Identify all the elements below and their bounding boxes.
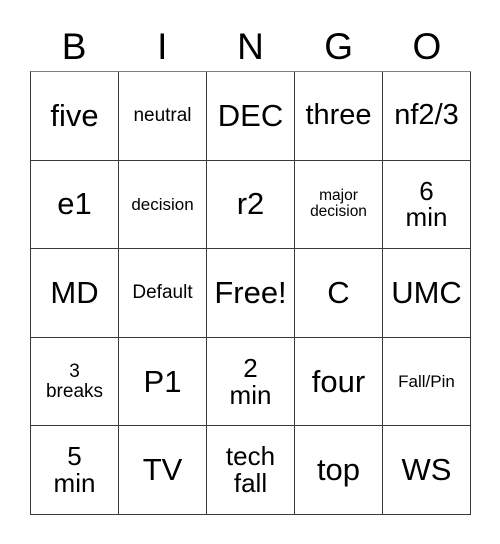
bingo-cell[interactable]: DEC: [207, 72, 295, 161]
header-letter-text: B: [61, 26, 87, 67]
bingo-cell-label: C: [327, 275, 350, 311]
bingo-cell[interactable]: decision: [119, 160, 207, 250]
bingo-cell[interactable]: P1: [119, 337, 207, 427]
bingo-cell[interactable]: Default: [119, 249, 207, 338]
bingo-free-space-cell[interactable]: Free!: [207, 249, 295, 338]
bingo-cell-label: WS: [401, 452, 452, 488]
bingo-row: e1 decision r2 major decision 6 min: [31, 160, 471, 250]
bingo-cell-label: neutral: [133, 105, 192, 127]
bingo-row: five neutral DEC three nf2/3: [31, 72, 471, 161]
bingo-cell-label: Default: [132, 282, 193, 304]
bingo-cell-label: Free!: [214, 275, 287, 311]
bingo-cell[interactable]: 6 min: [383, 160, 471, 250]
bingo-cell[interactable]: MD: [31, 249, 119, 338]
bingo-cell[interactable]: UMC: [383, 249, 471, 338]
bingo-cell-label: 6 min: [405, 175, 448, 233]
bingo-grid: five neutral DEC three nf2/3 e1 decision r2 majo…: [30, 71, 471, 515]
bingo-cell-label: e1: [57, 186, 92, 222]
bingo-row: 5 min TV tech fall top WS: [31, 426, 471, 515]
bingo-header-letter-g: G: [295, 22, 383, 71]
bingo-cell[interactable]: 5 min: [31, 426, 119, 515]
bingo-cell-label: DEC: [217, 97, 284, 133]
bingo-cell-label: five: [50, 97, 99, 133]
header-letter-text: N: [237, 26, 264, 67]
bingo-cell-label: major decision: [310, 187, 367, 221]
bingo-cell[interactable]: neutral: [119, 72, 207, 161]
bingo-cell[interactable]: tech fall: [207, 426, 295, 515]
bingo-cell[interactable]: r2: [207, 160, 295, 250]
bingo-cell[interactable]: four: [295, 337, 383, 427]
bingo-row: MD Default Free! C UMC: [31, 249, 471, 338]
bingo-cell-label: tech fall: [225, 441, 276, 499]
header-letter-text: I: [157, 26, 168, 67]
bingo-cell-label: decision: [131, 194, 194, 214]
header-letter-text: O: [412, 26, 442, 67]
bingo-cell[interactable]: top: [295, 426, 383, 515]
bingo-cell[interactable]: 2 min: [207, 337, 295, 427]
bingo-row: 3 breaks P1 2 min four Fall/Pin: [31, 337, 471, 427]
bingo-cell-label: 3 breaks: [45, 361, 104, 402]
header-letter-text: G: [324, 26, 354, 67]
bingo-cell-label: 2 min: [229, 352, 272, 410]
bingo-cell-label: Fall/Pin: [398, 371, 455, 391]
bingo-cell-label: UMC: [391, 275, 462, 311]
bingo-cell[interactable]: major decision: [295, 160, 383, 250]
bingo-cell-label: nf2/3: [394, 98, 459, 131]
bingo-cell-label: r2: [236, 186, 265, 222]
bingo-cell[interactable]: e1: [31, 160, 119, 250]
bingo-cell-label: three: [305, 98, 372, 131]
bingo-cell-label: P1: [143, 363, 182, 399]
bingo-cell-label: 5 min: [53, 441, 96, 499]
bingo-cell-label: four: [311, 363, 366, 399]
bingo-header-letter-i: I: [118, 22, 206, 71]
bingo-header-letter-n: N: [206, 22, 294, 71]
bingo-cell[interactable]: TV: [119, 426, 207, 515]
bingo-cell-label: TV: [142, 452, 183, 488]
bingo-cell[interactable]: five: [31, 72, 119, 161]
bingo-cell[interactable]: nf2/3: [383, 72, 471, 161]
bingo-cell-label: MD: [50, 275, 99, 311]
bingo-card: B I N G O five neutral DEC three nf2/3 e1 deci…: [30, 22, 471, 515]
bingo-header-letter-b: B: [30, 22, 118, 71]
bingo-cell[interactable]: three: [295, 72, 383, 161]
bingo-cell-label: top: [316, 452, 361, 488]
bingo-cell[interactable]: 3 breaks: [31, 337, 119, 427]
bingo-cell[interactable]: Fall/Pin: [383, 337, 471, 427]
bingo-header-letter-o: O: [383, 22, 471, 71]
bingo-header-row: B I N G O: [30, 22, 471, 71]
bingo-cell[interactable]: WS: [383, 426, 471, 515]
bingo-cell[interactable]: C: [295, 249, 383, 338]
